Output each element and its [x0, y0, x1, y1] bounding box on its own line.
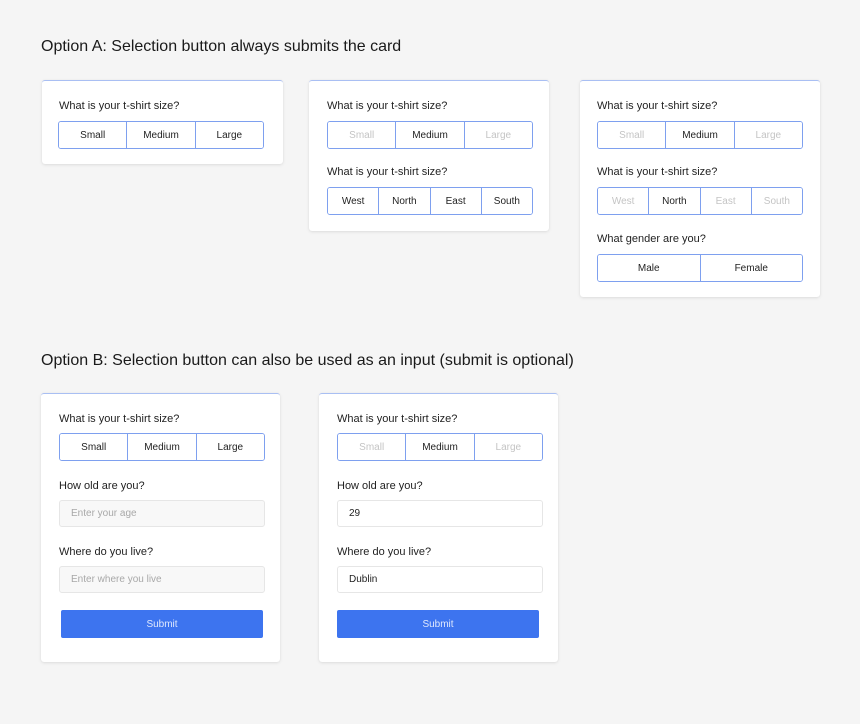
question-label: What is your t-shirt size? — [597, 166, 718, 178]
option-medium-button: Medium — [405, 434, 474, 460]
location-question-label: Where do you live? — [337, 546, 432, 558]
size-selector: Small Medium Large — [337, 433, 543, 461]
option-north-button[interactable]: North — [378, 188, 430, 214]
option-large-button[interactable]: Large — [194, 122, 263, 148]
size-selector: Small Medium Large — [59, 433, 265, 461]
size-selector: Small Medium Large — [58, 121, 264, 149]
option-east-button[interactable]: East — [429, 188, 481, 214]
option-north-button: North — [648, 188, 700, 214]
option-south-button: South — [750, 188, 802, 214]
age-question-label: How old are you? — [337, 480, 423, 492]
option-medium-button[interactable]: Medium — [127, 434, 196, 460]
option-a-card-1: What is your t-shirt size? Small Medium … — [42, 80, 283, 164]
option-large-button: Large — [473, 434, 542, 460]
question-label: What is your t-shirt size? — [597, 100, 718, 112]
option-small-button[interactable]: Small — [59, 122, 127, 148]
direction-selector: West North East South — [327, 187, 533, 215]
option-a-card-2: What is your t-shirt size? Small Medium … — [309, 80, 549, 231]
option-large-button: Large — [463, 122, 532, 148]
question-label: What is your t-shirt size? — [59, 100, 180, 112]
size-question-label: What is your t-shirt size? — [337, 413, 458, 425]
option-west-button: West — [598, 188, 649, 214]
option-small-button: Small — [598, 122, 666, 148]
question-label: What gender are you? — [597, 233, 706, 245]
location-input[interactable] — [59, 566, 265, 593]
option-medium-button: Medium — [395, 122, 464, 148]
option-west-button[interactable]: West — [328, 188, 379, 214]
option-medium-button[interactable]: Medium — [126, 122, 195, 148]
option-small-button[interactable]: Small — [60, 434, 128, 460]
option-female-button[interactable]: Female — [699, 255, 802, 281]
option-b-heading: Option B: Selection button can also be u… — [41, 352, 574, 369]
direction-selector: West North East South — [597, 187, 803, 215]
gender-selector: Male Female — [597, 254, 803, 282]
option-small-button: Small — [338, 434, 406, 460]
option-b-card-1: What is your t-shirt size? Small Medium … — [41, 393, 280, 662]
age-input[interactable] — [337, 500, 543, 527]
option-male-button[interactable]: Male — [598, 255, 700, 281]
option-large-button: Large — [733, 122, 802, 148]
option-a-heading: Option A: Selection button always submit… — [41, 38, 402, 55]
age-input[interactable] — [59, 500, 265, 527]
option-b-card-2: What is your t-shirt size? Small Medium … — [319, 393, 558, 662]
option-small-button: Small — [328, 122, 396, 148]
option-medium-button: Medium — [665, 122, 734, 148]
option-a-card-3: What is your t-shirt size? Small Medium … — [580, 80, 820, 297]
submit-button[interactable]: Submit — [61, 610, 263, 638]
size-selector: Small Medium Large — [327, 121, 533, 149]
question-label: What is your t-shirt size? — [327, 100, 448, 112]
question-label: What is your t-shirt size? — [327, 166, 448, 178]
option-south-button[interactable]: South — [480, 188, 532, 214]
age-question-label: How old are you? — [59, 480, 145, 492]
option-large-button[interactable]: Large — [195, 434, 264, 460]
option-east-button: East — [699, 188, 751, 214]
location-question-label: Where do you live? — [59, 546, 154, 558]
submit-button[interactable]: Submit — [337, 610, 539, 638]
size-selector: Small Medium Large — [597, 121, 803, 149]
location-input[interactable] — [337, 566, 543, 593]
size-question-label: What is your t-shirt size? — [59, 413, 180, 425]
